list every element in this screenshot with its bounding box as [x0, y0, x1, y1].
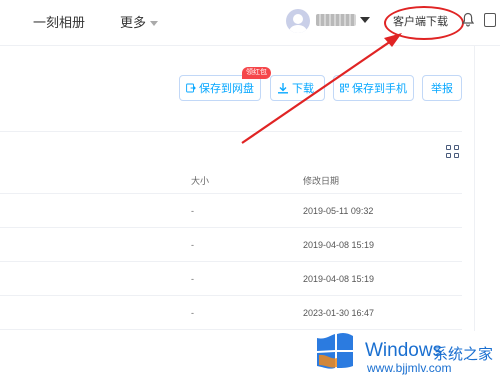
- file-size: -: [191, 274, 194, 284]
- grid-view-icon[interactable]: [446, 145, 459, 158]
- column-header-size[interactable]: 大小: [191, 174, 209, 187]
- user-menu-caret-icon[interactable]: [360, 17, 370, 23]
- divider: [0, 131, 462, 132]
- file-date: 2019-04-08 15:19: [303, 274, 375, 284]
- nav-more-label: 更多: [120, 15, 147, 30]
- file-date: 2019-05-11 09:32: [303, 206, 374, 216]
- table-row[interactable]: - 2019-05-11 09:32: [0, 194, 462, 228]
- column-header-date[interactable]: 修改日期: [303, 174, 339, 187]
- file-size: -: [191, 308, 194, 318]
- chevron-down-icon: [150, 21, 159, 27]
- download-label: 下载: [292, 83, 314, 95]
- file-size: -: [191, 206, 194, 216]
- table-row[interactable]: - 2019-04-08 15:19: [0, 228, 462, 262]
- report-button[interactable]: 举报: [422, 75, 462, 101]
- save-to-phone-button[interactable]: 保存到手机: [333, 75, 414, 101]
- save-to-cloud-label: 保存到网盘: [199, 83, 254, 95]
- file-date: 2019-04-08 15:19: [303, 240, 375, 250]
- download-icon: [278, 83, 288, 94]
- annotation-circle: [384, 6, 464, 40]
- top-nav-bar: 一刻相册 更多 客户端下载: [0, 0, 500, 46]
- file-size: -: [191, 240, 194, 250]
- windows-logo-icon: [317, 332, 353, 369]
- nav-album[interactable]: 一刻相册: [33, 12, 85, 31]
- download-button[interactable]: 下载: [270, 75, 325, 101]
- document-icon[interactable]: [484, 13, 496, 27]
- username-blurred[interactable]: [316, 14, 356, 26]
- report-label: 举报: [431, 83, 453, 95]
- watermark-url: www.bjjmlv.com: [367, 361, 452, 375]
- nav-more-menu[interactable]: 更多: [120, 12, 159, 31]
- table-row[interactable]: - 2023-01-30 16:47: [0, 296, 462, 330]
- panel-border: [474, 46, 475, 331]
- save-icon: [186, 83, 196, 93]
- avatar[interactable]: [286, 9, 310, 33]
- file-date: 2023-01-30 16:47: [303, 308, 375, 318]
- red-packet-badge: 领红包: [242, 67, 271, 79]
- watermark-brand: Windows: [365, 340, 443, 361]
- qr-code-icon: [340, 83, 349, 93]
- save-to-phone-label: 保存到手机: [352, 83, 407, 95]
- bell-icon[interactable]: [462, 12, 474, 28]
- table-row[interactable]: - 2019-04-08 15:19: [0, 262, 462, 296]
